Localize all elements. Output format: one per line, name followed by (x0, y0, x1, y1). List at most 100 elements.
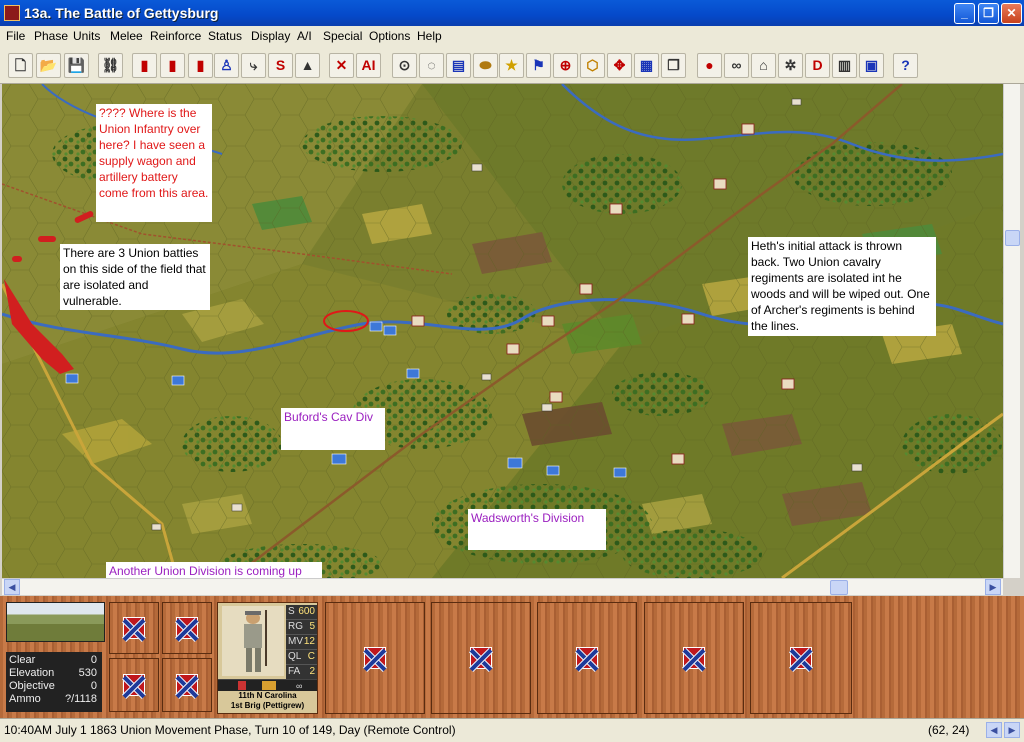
supply-icon[interactable]: S (268, 53, 293, 78)
open-icon[interactable]: 📂 (36, 53, 61, 78)
unit-status-bar: ∞ (218, 679, 317, 691)
ammo-label: Ammo (9, 693, 41, 705)
confederate-flag-icon (790, 647, 812, 669)
minimize-button[interactable]: _ (954, 3, 975, 24)
elevation-value: 530 (78, 667, 97, 679)
bulb-icon[interactable]: ◌ (419, 53, 444, 78)
menu-options[interactable]: Options (369, 29, 410, 43)
menu-special[interactable]: Special (323, 29, 362, 43)
horizontal-scrollbar[interactable]: ◀ ▶ (2, 578, 1003, 595)
ammo-value: ?/1118 (64, 693, 97, 705)
unit-stats: S 600 RG 5 MV 12 QL C FA 2 (286, 605, 317, 680)
cannon-icon[interactable]: ⤷ (241, 53, 266, 78)
unit-slot[interactable] (162, 602, 212, 654)
star-icon[interactable]: ★ (499, 53, 524, 78)
selected-unit-card[interactable]: S 600 RG 5 MV 12 QL C FA 2 ∞ 11th N Carolina … (217, 602, 318, 714)
save-icon[interactable]: 💾 (64, 53, 89, 78)
document-icon[interactable]: ▤ (446, 53, 471, 78)
vertical-scrollbar[interactable] (1003, 84, 1020, 578)
link-icon[interactable]: ⛓ (98, 53, 123, 78)
terrain-image (6, 602, 105, 642)
unit-slot[interactable] (325, 602, 425, 714)
pyramid-icon[interactable]: ▲ (295, 53, 320, 78)
soldier-portrait (222, 606, 284, 676)
confederate-flag-icon (123, 617, 145, 639)
vertical-scroll-thumb[interactable] (1005, 230, 1020, 246)
tent-icon[interactable]: ⌂ (751, 53, 776, 78)
menu-ai[interactable]: A/I (297, 29, 312, 43)
unit-slot[interactable] (109, 602, 159, 654)
note-union-infantry: ???? Where is the Union Infantry over he… (96, 104, 212, 222)
stat-value: 2 (309, 666, 315, 677)
stat-value: 12 (303, 636, 315, 647)
pin-icon[interactable]: ⊙ (392, 53, 417, 78)
stack-icon[interactable]: ❐ (661, 53, 686, 78)
rec-icon[interactable]: ● (697, 53, 722, 78)
hex-icon[interactable]: ⬡ (580, 53, 605, 78)
unit-b-icon[interactable]: ▮ (160, 53, 185, 78)
stat-label: S (288, 606, 295, 617)
cross-arms-icon[interactable]: ✕ (329, 53, 354, 78)
flag-icon[interactable]: ⚑ (526, 53, 551, 78)
horizontal-scroll-thumb[interactable] (830, 580, 848, 595)
flag-marker-icon (238, 681, 246, 690)
battle-map[interactable]: ???? Where is the Union Infantry over he… (2, 84, 1003, 578)
scroll-icon[interactable]: ▥ (832, 53, 857, 78)
soldier-icon (244, 610, 267, 672)
stat-value: 5 (309, 621, 315, 632)
note-isolated-batteries: There are 3 Union batties on this side o… (60, 244, 210, 310)
unit-slot[interactable] (750, 602, 852, 714)
menu-help[interactable]: Help (417, 29, 442, 43)
window-title: 13a. The Battle of Gettysburg (24, 5, 219, 21)
hat-icon[interactable]: ⬬ (473, 53, 498, 78)
unit-slot[interactable] (644, 602, 744, 714)
unit-c-icon[interactable]: ▮ (188, 53, 213, 78)
title-bar: 13a. The Battle of Gettysburg _ ❐ ✕ (0, 0, 1024, 26)
stat-label: RG (288, 621, 303, 632)
app-icon[interactable] (4, 5, 20, 21)
scroll-right-arrow[interactable]: ▶ (985, 579, 1001, 595)
new-icon[interactable]: 🗋 (8, 53, 33, 78)
confederate-flag-icon (576, 647, 598, 669)
status-text: 10:40AM July 1 1863 Union Movement Phase… (4, 723, 456, 737)
unit-slot[interactable] (537, 602, 637, 714)
menu-bar: File Phase Units Melee Reinforce Status … (0, 26, 1024, 46)
confederate-flag-icon (364, 647, 386, 669)
stat-value: 600 (298, 606, 315, 617)
help-icon[interactable]: ? (893, 53, 918, 78)
menu-display[interactable]: Display (251, 29, 290, 43)
gear-icon[interactable]: ✲ (778, 53, 803, 78)
soldier-icon[interactable]: ♙ (214, 53, 239, 78)
confederate-flag-icon (683, 647, 705, 669)
elevation-label: Elevation (9, 667, 55, 679)
note-another-division: Another Union Division is coming up thro… (106, 562, 322, 578)
unit-slot[interactable] (162, 658, 212, 712)
unit-slot[interactable] (431, 602, 531, 714)
map-icon[interactable]: ▦ (634, 53, 659, 78)
menu-melee[interactable]: Melee (110, 29, 143, 43)
menu-reinforce[interactable]: Reinforce (150, 29, 201, 43)
note-buford: Buford's Cav Div (281, 408, 385, 450)
next-arrow-icon[interactable]: ▶ (1004, 722, 1020, 738)
menu-status[interactable]: Status (208, 29, 242, 43)
binoculars-icon: ∞ (296, 681, 303, 691)
close-button[interactable]: ✕ (1001, 3, 1022, 24)
maximize-button[interactable]: ❐ (978, 3, 999, 24)
unit-slot[interactable] (109, 658, 159, 712)
confederate-flag-icon (176, 674, 198, 696)
unit-brigade: 1st Brig (Pettigrew) (230, 701, 305, 710)
menu-units[interactable]: Units (73, 29, 100, 43)
menu-file[interactable]: File (6, 29, 25, 43)
move-icon[interactable]: ✥ (607, 53, 632, 78)
terrain-info: Clear 0 Elevation 530 Objective 0 Ammo ?/111… (6, 652, 102, 712)
d-icon[interactable]: D (805, 53, 830, 78)
ai-icon[interactable]: AI (356, 53, 381, 78)
scroll-left-arrow[interactable]: ◀ (4, 579, 20, 595)
panel-icon[interactable]: ▣ (859, 53, 884, 78)
target-icon[interactable]: ⊕ (553, 53, 578, 78)
prev-arrow-icon[interactable]: ◀ (986, 722, 1002, 738)
binoculars-icon[interactable]: ∞ (724, 53, 749, 78)
unit-name: 11th N Carolina 1st Brig (Pettigrew) (218, 691, 317, 711)
menu-phase[interactable]: Phase (34, 29, 68, 43)
unit-a-icon[interactable]: ▮ (132, 53, 157, 78)
